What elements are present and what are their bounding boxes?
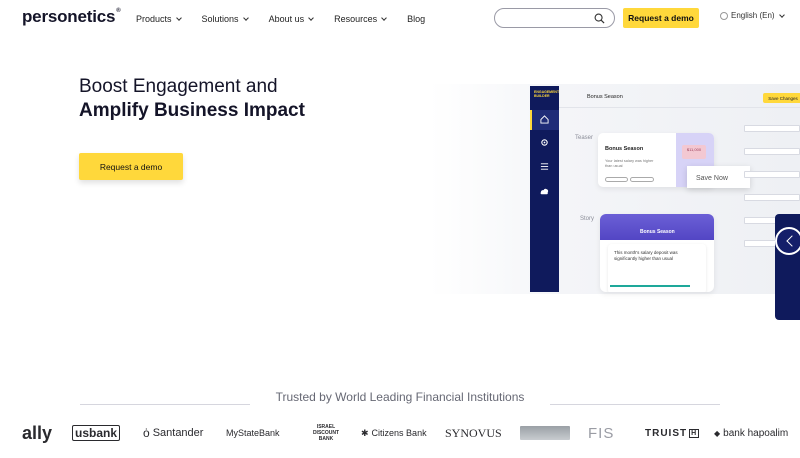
logo-truist: TRUIST H xyxy=(645,420,700,446)
cloud-upload-icon xyxy=(540,188,549,195)
teaser-pill xyxy=(630,177,654,182)
divider xyxy=(80,404,250,405)
teaser-text: Your latest salary was higher than usual xyxy=(605,159,654,168)
logo-text: personetics xyxy=(22,7,116,26)
bank-logo-graphic xyxy=(520,426,570,440)
partner-logos: ally usbank ȯ Santander MyStateBank ISRAE… xyxy=(0,420,800,446)
home-icon xyxy=(540,115,549,124)
gear-icon xyxy=(541,139,548,146)
registered-mark: ® xyxy=(116,8,121,14)
nav-item-solutions[interactable]: Solutions xyxy=(201,14,249,24)
chevron-down-icon xyxy=(308,15,314,21)
search-icon[interactable] xyxy=(594,13,605,24)
mockup-section-teaser: Teaser xyxy=(575,135,594,141)
citizens-mark-icon: ✱ xyxy=(361,427,369,438)
language-selector[interactable]: English (En) xyxy=(720,11,785,20)
globe-icon xyxy=(720,11,728,20)
logo-citizens-bank: ✱ Citizens Bank xyxy=(361,420,427,446)
truist-mark-icon: H xyxy=(689,428,700,438)
story-card: Bonus Season This month's salary deposit… xyxy=(600,214,714,292)
nav-item-label: About us xyxy=(268,14,305,24)
trusted-title: Trusted by World Leading Financial Insti… xyxy=(275,390,525,404)
top-navigation: personetics ® Products Solutions About us… xyxy=(0,0,800,40)
story-progress-bar xyxy=(610,285,690,287)
teaser-pill xyxy=(605,177,628,182)
story-header: Bonus Season xyxy=(600,214,714,240)
form-field xyxy=(744,194,800,201)
logo-usbank: usbank xyxy=(72,420,121,446)
nav-item-label: Solutions xyxy=(201,14,239,24)
logo-citizens-text: Citizens Bank xyxy=(371,428,427,438)
logo-santander-text: Santander xyxy=(152,427,204,439)
logo-usbank-text: usbank xyxy=(72,425,121,441)
logo-bank-hapoalim: ◆ bank hapoalim xyxy=(714,420,788,446)
main-menu: Products Solutions About us Resources Bl… xyxy=(136,14,446,24)
nav-item-label: Products xyxy=(136,14,172,24)
hero-title-line-1: Boost Engagement and xyxy=(79,76,278,97)
logo-truist-text: TRUIST xyxy=(645,427,688,439)
personetics-logo[interactable]: personetics ® xyxy=(22,7,121,27)
chevron-down-icon xyxy=(242,15,249,21)
hero-title-line-2: Amplify Business Impact xyxy=(79,100,305,121)
mockup-save-button: Save Changes xyxy=(763,93,800,103)
chevron-left-icon[interactable] xyxy=(775,227,800,255)
nav-item-products[interactable]: Products xyxy=(136,14,182,24)
story-title: Bonus Season xyxy=(640,229,675,235)
search-input[interactable] xyxy=(494,8,615,28)
form-field xyxy=(744,171,800,178)
form-field xyxy=(744,148,800,155)
hero-title: Boost Engagement and Amplify Business Im… xyxy=(79,75,305,123)
chevron-down-icon xyxy=(381,15,387,21)
form-field xyxy=(744,125,800,132)
chevron-down-icon xyxy=(778,11,785,18)
chevron-down-icon xyxy=(175,15,182,21)
mockup-sidebar: ENGAGEMENT BUILDER xyxy=(530,86,559,292)
logo-fis: FIS xyxy=(588,424,615,442)
list-icon xyxy=(540,163,549,170)
logo-synovus: SYNOVUS xyxy=(445,425,502,440)
nav-item-about-us[interactable]: About us xyxy=(269,14,314,24)
request-demo-button[interactable]: Request a demo xyxy=(623,8,699,28)
nav-item-blog[interactable]: Blog xyxy=(407,14,425,24)
nav-item-label: Blog xyxy=(407,14,426,24)
mockup-section-story: Story xyxy=(580,216,595,222)
logo-israel-discount-bank: ISRAEL DISCOUNT BANK xyxy=(312,424,340,442)
mockup-page-title: Bonus Season xyxy=(587,94,623,100)
mockup-header: Bonus Season Save Changes xyxy=(559,86,800,108)
logo-mystatebank: MyStateBank xyxy=(226,428,280,438)
hapoalim-mark-icon: ◆ xyxy=(714,428,721,438)
nav-item-resources[interactable]: Resources xyxy=(334,14,387,24)
nav-item-label: Resources xyxy=(334,14,378,24)
flame-icon: ȯ xyxy=(143,426,150,440)
save-now-tooltip: Save Now xyxy=(687,166,750,188)
teaser-title: Bonus Season xyxy=(605,146,644,152)
teaser-amount: $11,000 xyxy=(682,145,706,159)
logo-hapoalim-text: bank hapoalim xyxy=(723,427,789,439)
story-text: This month's salary deposit was signific… xyxy=(614,250,678,261)
language-label: English (En) xyxy=(731,11,775,20)
logo-bank-image xyxy=(520,420,570,446)
mockup-brand: ENGAGEMENT BUILDER xyxy=(534,90,560,98)
divider xyxy=(550,404,720,405)
hero-request-demo-button[interactable]: Request a demo xyxy=(79,153,183,180)
logo-ally: ally xyxy=(22,422,53,443)
logo-santander: ȯ Santander xyxy=(143,420,203,446)
